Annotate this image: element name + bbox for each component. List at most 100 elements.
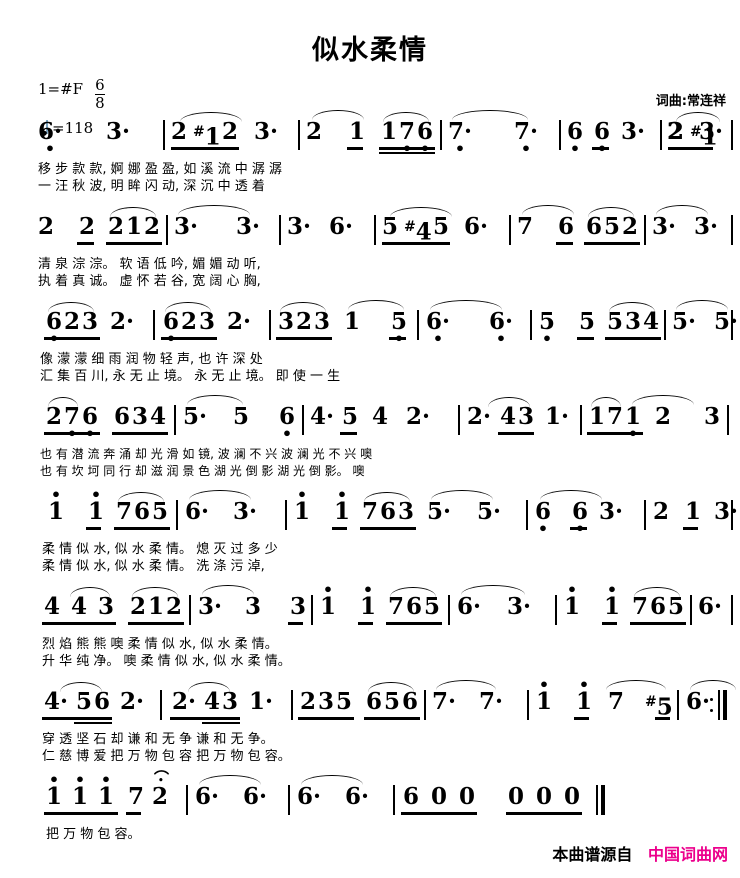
lyrics-verse-1: 把 万 物 包 容。 [46, 827, 141, 842]
note: 3· [621, 118, 646, 145]
note: 6· [686, 688, 711, 715]
note-row: 1 • 1 • 7 6 5 6· 3· 1 • 1 • 7 6 3 5· 5· 6 • [0, 485, 740, 540]
note: 6• [82, 403, 99, 442]
note: 4 [44, 593, 61, 620]
note: 7 [608, 688, 625, 715]
note: 3 [82, 308, 99, 335]
note: 6 [402, 688, 419, 715]
note: 3· [694, 213, 719, 240]
note: 7· [432, 688, 457, 715]
key-signature: 1=#F [38, 80, 84, 98]
note: 6 [406, 593, 423, 620]
note: 2· [406, 403, 431, 430]
lyrics-verse-2: 升 华 纯 净。 噢 柔 情 似 水, 似 水 柔 情。 [42, 654, 291, 669]
note: 3 [199, 308, 216, 335]
note: 1 [685, 498, 702, 525]
note: 6• [535, 498, 552, 538]
note: 2 [79, 213, 96, 240]
note: 1 [381, 118, 398, 145]
score-sheet: 6·• 3· 2 #1 2 3· 2 1 1 7• 6• 7·• 7·• 6 [0, 110, 740, 878]
note: 3 [704, 403, 721, 430]
note-row: 2 2 2 1 2 3· 3· 3· 6· 5 #4 5 6· 7 6 6 5 … [0, 205, 740, 255]
note: 4 [150, 403, 167, 430]
note: 2 [46, 403, 63, 430]
note: 1• [334, 485, 351, 526]
note: 5· [427, 498, 452, 525]
note: 6 [558, 213, 575, 240]
note: 5 [433, 213, 450, 240]
note: 5 [76, 688, 93, 715]
note: 7 [388, 593, 405, 620]
note: 2 [181, 308, 198, 335]
note: 6 [94, 688, 111, 715]
note: 3· [507, 593, 532, 620]
note: 2 [166, 593, 183, 620]
lyrics-verse-1: 像 濛 濛 细 雨 润 物 轻 声, 也 许 深 处 [40, 352, 263, 367]
note: 3 [222, 688, 239, 715]
note: 2 [38, 213, 55, 240]
note: 2 [655, 403, 672, 430]
note: 5 [336, 688, 353, 715]
note: 7 [128, 783, 145, 810]
note: 6• [572, 498, 589, 537]
source-site-name[interactable]: 中国词曲网 [648, 845, 728, 864]
note: 3 [398, 498, 415, 525]
note: 2 [653, 498, 670, 525]
lyrics-verse-1: 穿 透 坚 石 却 谦 和 无 争 谦 和 无 争。 [42, 732, 274, 747]
note: 3 [625, 308, 642, 335]
note: 3· [652, 213, 677, 240]
note: 3 [318, 688, 335, 715]
note: 6· [345, 783, 370, 810]
note-row: 4· 5 6 2· 2· 4 3 1· 2 3 5 6 5 6 7· 7· 1 … [0, 677, 740, 730]
note: 2 ⌒ • [152, 769, 170, 811]
note: 7• [64, 403, 81, 442]
lyrics-verse-1: 也 有 潜 流 奔 涌 却 光 滑 如 镜, 波 澜 不 兴 波 澜 光 不 兴… [40, 447, 373, 461]
note: 1 [344, 308, 361, 335]
note: 1• [564, 580, 581, 621]
note: 6• [163, 308, 180, 347]
note: 2 [306, 118, 323, 145]
note: 3 [98, 593, 115, 620]
note: 5 [579, 308, 596, 335]
note: 6· [243, 783, 268, 810]
note: 7 [517, 213, 534, 240]
staff-line: 2 2 2 1 2 3· 3· 3· 6· 5 #4 5 6· 7 6 6 5 … [0, 205, 740, 308]
note: 5 [384, 688, 401, 715]
note: 3 [278, 308, 295, 335]
note: 5 [152, 498, 169, 525]
note: 6 [366, 688, 383, 715]
note: 7• [399, 118, 416, 157]
note: 3· [599, 498, 624, 525]
note: 5 [342, 403, 359, 430]
note: 6· [195, 783, 220, 810]
note: 1• [625, 403, 642, 442]
note: 1 [589, 403, 606, 430]
note: 7· • [514, 118, 539, 158]
note: 6• [594, 118, 611, 157]
staff-line: 2 7• 6• 6 3 4 5· 5 6• 4· 5 4 2· 2· 4 3 [0, 395, 740, 498]
note: 6· [457, 593, 482, 620]
note: 6• [417, 118, 434, 157]
note: 4· [44, 688, 69, 715]
note: 5· [714, 308, 739, 335]
note: 7 [116, 498, 133, 525]
note: 2· [227, 308, 252, 335]
note: 3 [314, 308, 331, 335]
staff-line: 6·• 3· 2 #1 2 3· 2 1 1 7• 6• 7·• 7·• 6 [0, 110, 740, 213]
note-row: 1 • 1 • 1 • 7 2 ⌒ • 6· 6· 6· 6· 6 0 0 0 0 0 [0, 769, 740, 825]
note: 6 [650, 593, 667, 620]
note: 4 [71, 593, 88, 620]
note: 2 [171, 118, 188, 145]
note: 5 [233, 403, 250, 430]
note: 6 [114, 403, 131, 430]
note: 6· [297, 783, 322, 810]
note: 4 [372, 403, 389, 430]
note: 1• [72, 770, 89, 811]
composer-credit: 词曲:常连祥 [655, 94, 726, 109]
time-signature-denominator: 8 [95, 93, 105, 112]
note: 6 [403, 783, 420, 810]
note: 6· • [426, 308, 451, 348]
note: 1· [249, 688, 274, 715]
note: 1• [88, 485, 105, 526]
note: 6· • [489, 308, 514, 348]
